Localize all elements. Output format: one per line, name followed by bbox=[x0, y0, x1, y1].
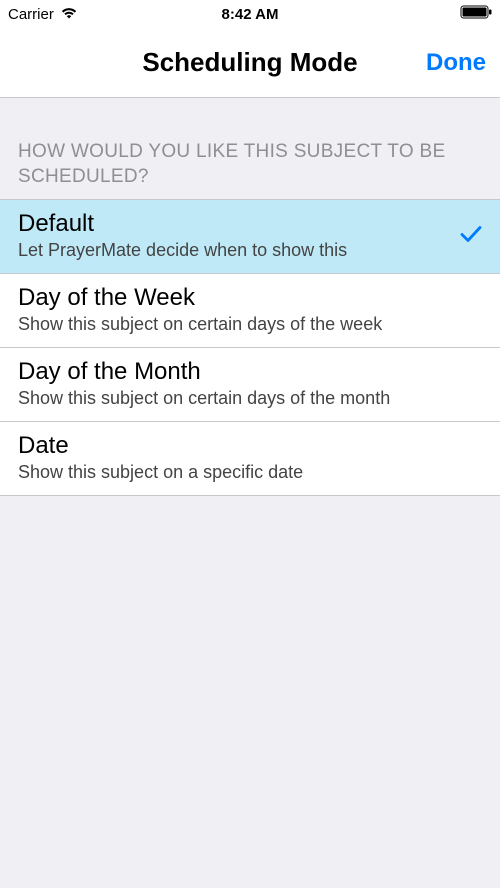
option-subtitle: Show this subject on a specific date bbox=[18, 462, 482, 483]
battery-icon bbox=[460, 5, 492, 23]
status-time: 8:42 AM bbox=[222, 6, 279, 23]
wifi-icon bbox=[60, 6, 78, 23]
status-right bbox=[460, 5, 492, 23]
option-title: Day of the Month bbox=[18, 358, 482, 386]
carrier-label: Carrier bbox=[8, 6, 54, 23]
option-row[interactable]: Day of the WeekShow this subject on cert… bbox=[0, 274, 500, 348]
done-button[interactable]: Done bbox=[426, 49, 486, 77]
option-row[interactable]: DateShow this subject on a specific date bbox=[0, 422, 500, 495]
option-title: Date bbox=[18, 432, 482, 460]
checkmark-icon bbox=[460, 225, 482, 248]
page-title: Scheduling Mode bbox=[142, 47, 357, 78]
status-bar: Carrier 8:42 AM bbox=[0, 0, 500, 28]
option-subtitle: Show this subject on certain days of the… bbox=[18, 314, 482, 335]
option-title: Day of the Week bbox=[18, 284, 482, 312]
option-subtitle: Let PrayerMate decide when to show this bbox=[18, 240, 482, 261]
option-row[interactable]: DefaultLet PrayerMate decide when to sho… bbox=[0, 200, 500, 274]
status-left: Carrier bbox=[8, 6, 78, 23]
option-row[interactable]: Day of the MonthShow this subject on cer… bbox=[0, 348, 500, 422]
nav-bar: Scheduling Mode Done bbox=[0, 28, 500, 98]
section-header: HOW WOULD YOU LIKE THIS SUBJECT TO BE SC… bbox=[0, 98, 500, 199]
option-subtitle: Show this subject on certain days of the… bbox=[18, 388, 482, 409]
option-title: Default bbox=[18, 210, 482, 238]
options-list: DefaultLet PrayerMate decide when to sho… bbox=[0, 199, 500, 496]
